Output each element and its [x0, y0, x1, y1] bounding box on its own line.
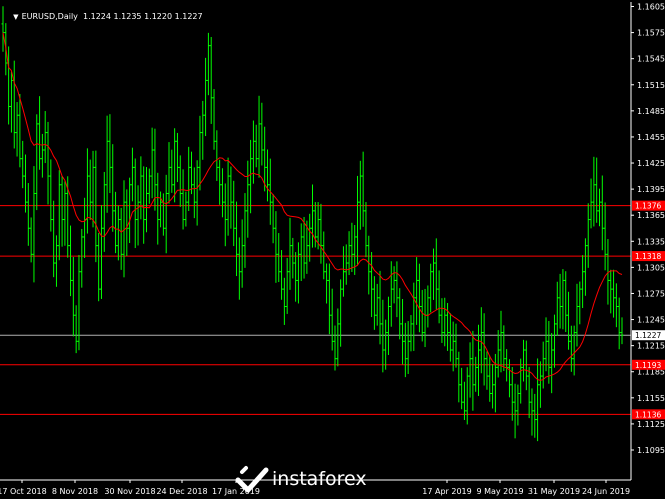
y-tick-label: 1.1125 — [637, 420, 665, 429]
instaforex-logo-icon — [235, 466, 269, 493]
y-tick-label: 1.1215 — [637, 342, 665, 351]
y-tick-label: 1.1485 — [637, 107, 665, 116]
x-tick-label: 8 Nov 2018 — [52, 487, 98, 496]
y-tick-label: 1.1275 — [637, 289, 665, 298]
symbol-title-text: EURUSD,Daily 1.1224 1.1235 1.1220 1.1227 — [21, 12, 203, 21]
chart-window[interactable]: 1.1605 1.1575 1.1545 1.1515 1.1485 1.1455 1.14… — [0, 0, 665, 499]
level-price-label: 1.1376 — [635, 202, 661, 211]
x-tick-label: 17 Apr 2019 — [422, 487, 471, 496]
y-tick-label: 1.1425 — [637, 159, 665, 168]
y-tick-label: 1.1545 — [637, 55, 665, 64]
y-tick-label: 1.1395 — [637, 185, 665, 194]
x-tick-label: 30 Nov 2018 — [104, 487, 155, 496]
y-tick-label: 1.1605 — [637, 3, 665, 12]
level-price-label: 1.1193 — [635, 361, 661, 370]
x-tick-label: 31 May 2019 — [528, 487, 580, 496]
y-tick-label: 1.1455 — [637, 133, 665, 142]
y-tick-label: 1.1515 — [637, 81, 665, 90]
level-price-label: 1.1136 — [635, 410, 661, 419]
watermark-logo: instaforex — [232, 462, 382, 496]
x-tick-label: 24 Jun 2019 — [582, 487, 630, 496]
y-tick-label: 1.1095 — [637, 446, 665, 455]
level-price-label: 1.1318 — [635, 252, 661, 261]
y-tick-label: 1.1365 — [637, 211, 665, 220]
y-tick-label: 1.1245 — [637, 316, 665, 325]
x-tick-label: 9 May 2019 — [476, 487, 523, 496]
current-price-label: 1.1227 — [635, 331, 661, 340]
y-tick-label: 1.1155 — [637, 394, 665, 403]
watermark-text: instaforex — [272, 468, 367, 490]
y-tick-label: 1.1335 — [637, 237, 665, 246]
x-tick-label: 17 Oct 2018 — [0, 487, 47, 496]
symbol-title: ▼ EURUSD,Daily 1.1224 1.1235 1.1220 1.122… — [3, 3, 203, 30]
y-tick-label: 1.1575 — [637, 29, 665, 38]
x-tick-label: 24 Dec 2018 — [156, 487, 207, 496]
dropdown-triangle-icon: ▼ — [13, 13, 19, 21]
y-tick-label: 1.1305 — [637, 263, 665, 272]
price-chart[interactable]: 1.1605 1.1575 1.1545 1.1515 1.1485 1.1455 1.14… — [0, 0, 665, 499]
